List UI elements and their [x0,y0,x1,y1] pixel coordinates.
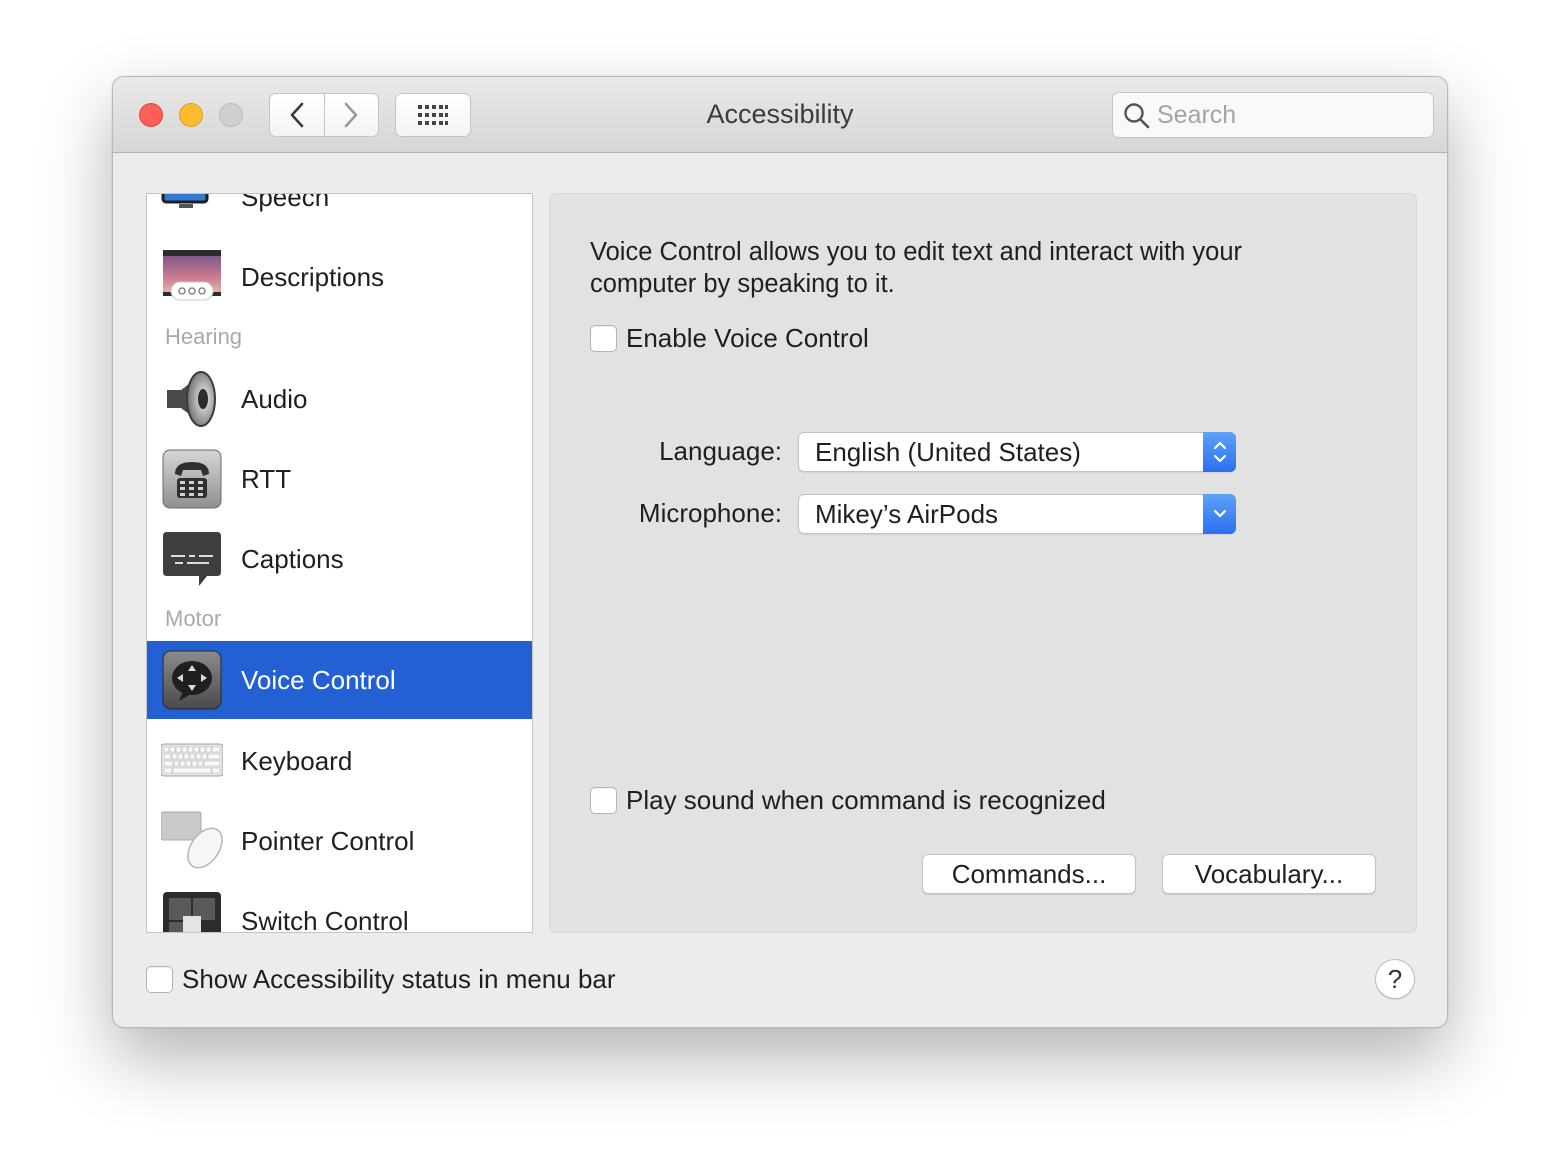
speaker-icon [167,371,216,427]
switch-control-icon [163,892,221,932]
play-sound-label: Play sound when command is recognized [626,785,1106,815]
show-status-row[interactable]: Show Accessibility status in menu bar [146,964,616,995]
sidebar-item-label: RTT [241,463,292,494]
sidebar-item-label: Audio [241,383,308,414]
section-header-motor: Motor [165,606,222,631]
sidebar-item-pointer-control[interactable]: Pointer Control [147,802,532,880]
pointer-control-icon [161,811,223,869]
play-sound-checkbox[interactable] [590,787,617,814]
show-status-label: Show Accessibility status in menu bar [182,964,616,994]
descriptions-icon [163,250,221,301]
enable-voice-control-checkbox[interactable] [590,325,617,352]
voice-control-panel: Voice Control allows you to edit text an… [549,193,1417,933]
sidebar-item-label: Descriptions [241,261,385,292]
sidebar-item-switch-control[interactable]: Switch Control [147,882,532,933]
search-icon [1124,103,1150,129]
sidebar-item-voice-control[interactable]: Voice Control [147,641,532,719]
sidebar-item-captions[interactable]: Captions [147,520,532,598]
search-input[interactable] [1157,99,1423,131]
sidebar-item-label: Switch Control [241,905,409,933]
titlebar: Accessibility [113,77,1447,153]
sidebar-item-label: Keyboard [241,745,353,776]
help-button[interactable]: ? [1375,959,1415,999]
commands-button[interactable]: Commands... [922,854,1136,894]
keyboard-icon [161,743,223,777]
chevron-down-icon [1203,494,1236,534]
enable-voice-control-label: Enable Voice Control [626,323,869,353]
enable-voice-control-row[interactable]: Enable Voice Control [590,323,869,354]
captions-icon [163,532,221,586]
sidebar-item-keyboard[interactable]: Keyboard [147,722,532,800]
language-value: English (United States) [815,437,1081,467]
up-down-arrows-icon [1203,432,1236,472]
voice-control-description: Voice Control allows you to edit text an… [590,238,1243,298]
language-popup[interactable]: English (United States) [798,432,1236,472]
microphone-value: Mikey’s AirPods [815,499,999,529]
speech-icon [161,194,209,208]
show-status-checkbox[interactable] [146,966,173,993]
sidebar-item-label: Speech [241,193,330,212]
sidebar-item-descriptions[interactable]: Descriptions [147,238,532,316]
sidebar-item-label: Captions [241,543,344,574]
category-list[interactable]: Speech Descriptions Hearing Audio RTT Ca… [146,193,533,933]
tty-phone-icon [162,449,222,509]
play-sound-row[interactable]: Play sound when command is recognized [590,785,1106,816]
sidebar-item-audio[interactable]: Audio [147,360,532,438]
vocabulary-button[interactable]: Vocabulary... [1162,854,1376,894]
sidebar-item-speech[interactable]: Speech [147,193,532,236]
voice-control-icon [162,650,222,710]
section-header-hearing: Hearing [165,324,243,349]
language-label: Language: [659,436,782,466]
search-field[interactable] [1112,92,1434,138]
sidebar-item-label: Voice Control [241,664,396,695]
microphone-label: Microphone: [638,498,782,528]
microphone-popup[interactable]: Mikey’s AirPods [798,494,1236,534]
sidebar-item-label: Pointer Control [241,825,415,856]
preferences-window: Accessibility Speech [112,76,1448,1028]
sidebar-item-rtt[interactable]: RTT [147,440,532,518]
